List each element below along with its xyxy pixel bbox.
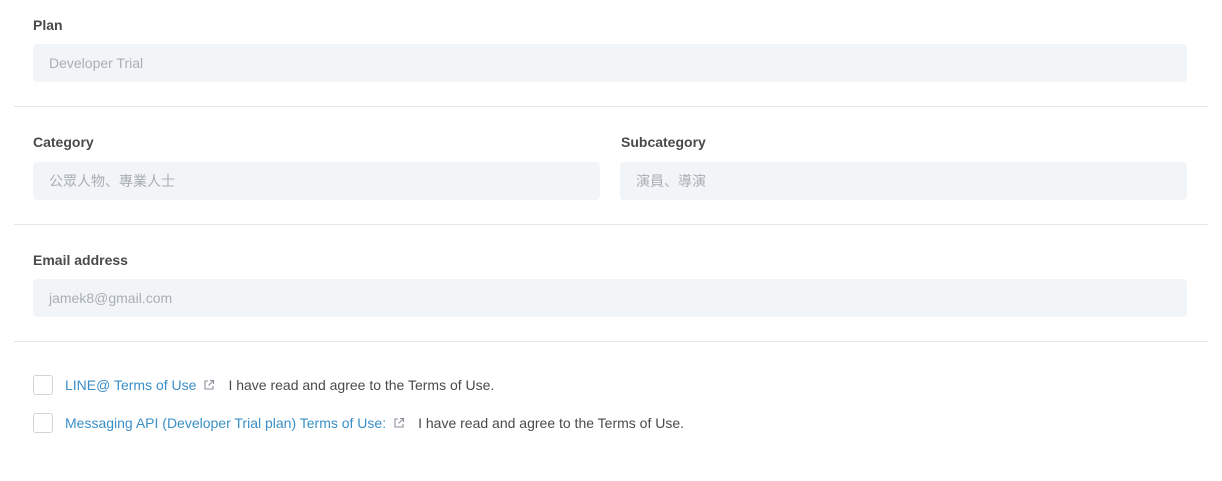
plan-label: Plan: [33, 17, 63, 33]
terms-checkbox-messaging-api[interactable]: [33, 413, 53, 433]
terms-agree-text: I have read and agree to the Terms of Us…: [418, 415, 685, 431]
external-link-icon[interactable]: [393, 417, 405, 429]
category-label: Category: [33, 134, 94, 150]
terms-link-line-at[interactable]: LINE@ Terms of Use: [65, 377, 196, 393]
subcategory-label: Subcategory: [621, 134, 706, 150]
email-field: jamek8@gmail.com: [33, 279, 1187, 317]
terms-agree-text: I have read and agree to the Terms of Us…: [228, 377, 495, 393]
divider: [14, 106, 1208, 107]
category-field: 公眾人物、專業人士: [33, 162, 600, 200]
terms-row-messaging-api: Messaging API (Developer Trial plan) Ter…: [33, 412, 684, 434]
terms-link-messaging-api[interactable]: Messaging API (Developer Trial plan) Ter…: [65, 415, 386, 431]
divider: [14, 341, 1208, 342]
external-link-icon[interactable]: [203, 379, 215, 391]
terms-row-line-at: LINE@ Terms of Use I have read and agree…: [33, 374, 494, 396]
terms-checkbox-line-at[interactable]: [33, 375, 53, 395]
divider: [14, 224, 1208, 225]
subcategory-field: 演員、導演: [620, 162, 1187, 200]
plan-field: Developer Trial: [33, 44, 1187, 82]
email-label: Email address: [33, 252, 128, 268]
